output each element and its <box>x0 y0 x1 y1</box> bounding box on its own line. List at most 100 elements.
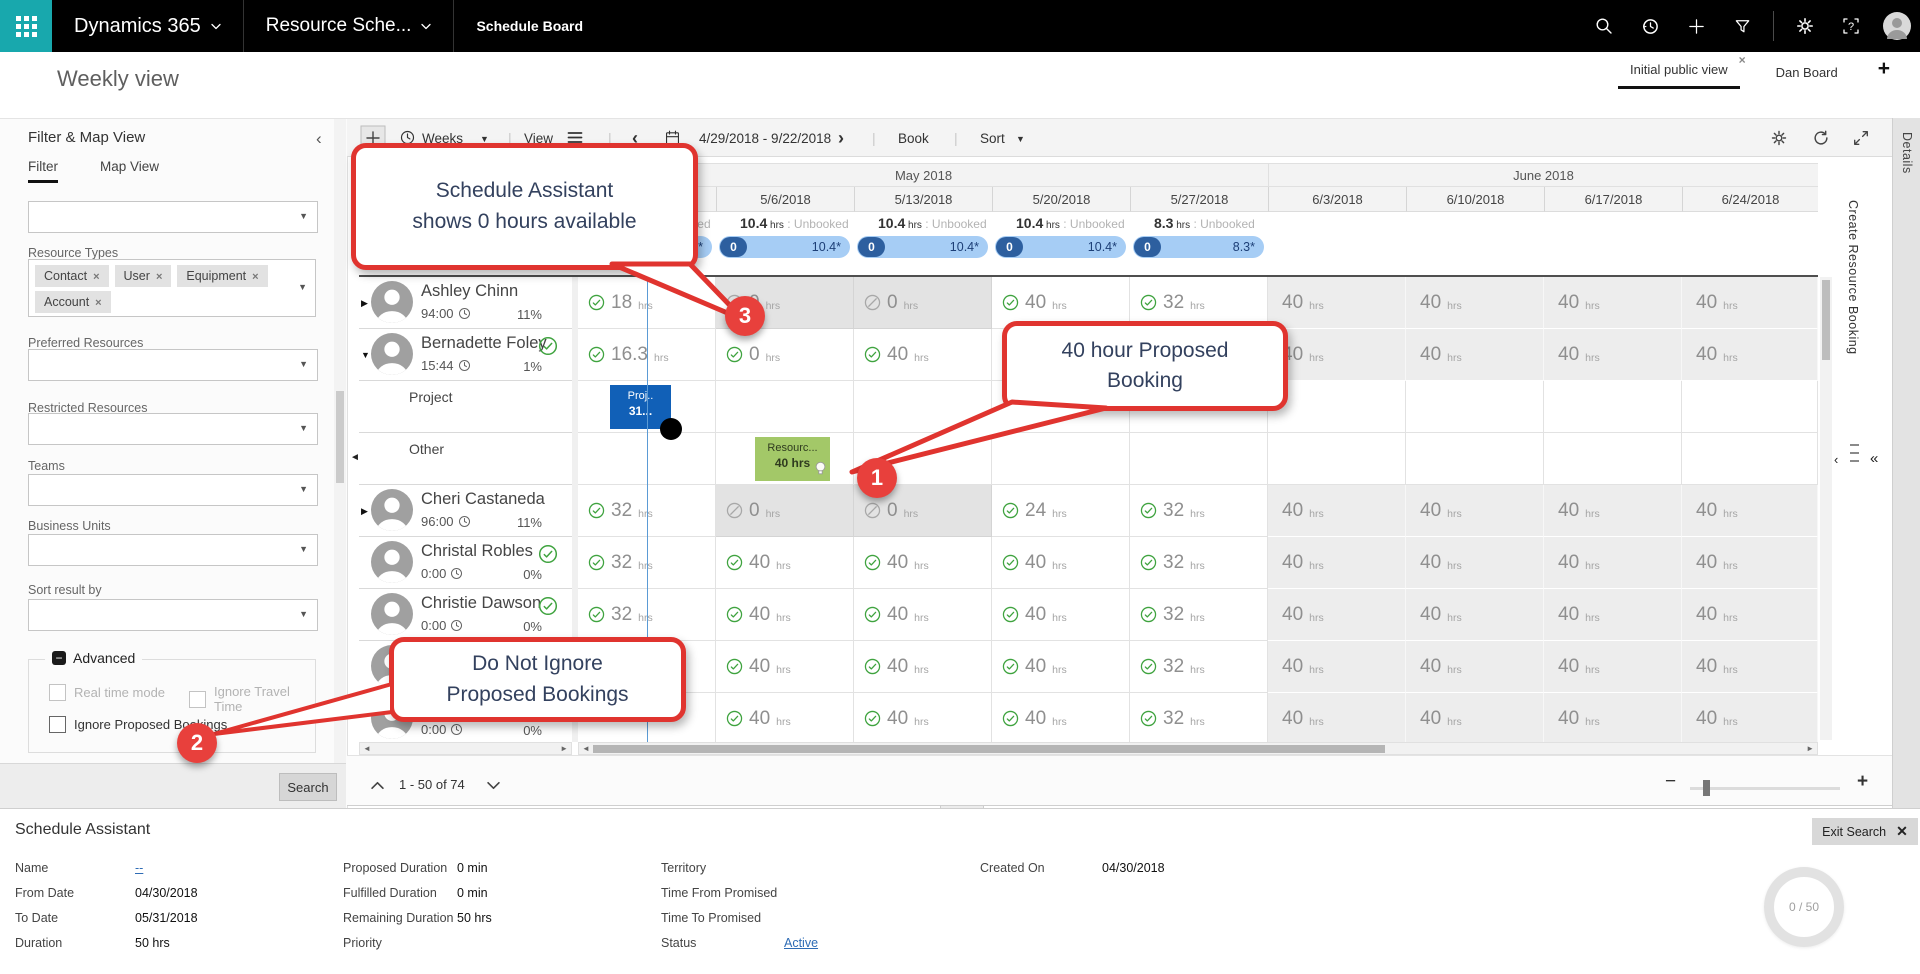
names-horizontal-scrollbar[interactable]: ◄ ► <box>359 742 572 755</box>
help-icon[interactable]: ? <box>1828 0 1874 52</box>
board-tab-dan-board[interactable]: Dan Board <box>1764 59 1850 89</box>
filter-tab-map-view[interactable]: Map View <box>100 159 159 180</box>
grid-cell[interactable]: 40hrs <box>1544 485 1682 537</box>
grid-cell[interactable]: 40hrs <box>1268 693 1406 742</box>
sort-result-by-select[interactable]: ▼ <box>28 599 318 631</box>
grid-cell[interactable]: 40hrs <box>992 537 1130 589</box>
grid-cell[interactable]: 40hrs <box>854 537 992 589</box>
remove-chip-icon[interactable]: × <box>156 271 162 283</box>
grid-cell[interactable]: 32hrs <box>1130 589 1268 641</box>
refresh-icon[interactable] <box>1812 129 1830 150</box>
exit-search-button[interactable]: Exit Search✕ <box>1812 818 1918 845</box>
expand-right-icon[interactable]: ‹ <box>1834 452 1838 467</box>
grid-cell[interactable]: 40hrs <box>1406 277 1544 329</box>
group-row-other[interactable]: Other <box>359 433 572 485</box>
grid-cell[interactable] <box>1682 433 1818 485</box>
collapse-filter-panel-icon[interactable]: ‹ <box>316 129 322 149</box>
grid-cell[interactable]: 40hrs <box>1406 485 1544 537</box>
book-button[interactable]: Book <box>898 131 929 146</box>
grid-vertical-scrollbar[interactable] <box>1820 277 1832 740</box>
recent-items-icon[interactable] <box>1627 0 1673 52</box>
new-record-icon[interactable] <box>1673 0 1719 52</box>
grid-cell[interactable]: 40hrs <box>1268 329 1406 381</box>
details-tab[interactable]: Details <box>1900 132 1914 174</box>
grid-cell[interactable]: 40hrs <box>716 589 854 641</box>
grid-cell[interactable]: 24hrs <box>992 485 1130 537</box>
resource-row-header[interactable]: Christal Robles0:000% <box>359 537 572 589</box>
app-launcher-button[interactable] <box>0 0 52 52</box>
grid-cell[interactable]: 32hrs <box>1130 641 1268 693</box>
fullscreen-icon[interactable] <box>1852 129 1870 150</box>
grid-cell[interactable]: 40hrs <box>1406 537 1544 589</box>
chevron-down-icon[interactable]: ▼ <box>1016 134 1025 144</box>
grid-cell[interactable]: 40hrs <box>1544 329 1682 381</box>
filter-panel-scrollbar[interactable] <box>334 119 346 763</box>
sort-menu[interactable]: Sort <box>980 131 1005 146</box>
page-up-icon[interactable] <box>371 778 384 793</box>
grid-cell[interactable]: 40hrs <box>1682 329 1818 381</box>
filter-tab-filter[interactable]: Filter <box>28 159 58 183</box>
remove-chip-icon[interactable]: × <box>93 271 99 283</box>
grid-cell[interactable] <box>1130 433 1268 485</box>
next-range-icon[interactable]: › <box>838 128 844 149</box>
grid-cell[interactable]: 40hrs <box>1268 641 1406 693</box>
grid-cell[interactable]: 40hrs <box>1544 537 1682 589</box>
zoom-in-button[interactable]: + <box>1857 771 1868 793</box>
field-value-name[interactable]: -- <box>135 861 143 875</box>
nav-product-menu[interactable]: Dynamics 365 <box>52 0 243 52</box>
collapse-names-column-icon[interactable]: ◄ <box>350 452 360 463</box>
grid-cell[interactable]: 40hrs <box>1544 277 1682 329</box>
grid-cell[interactable]: 32hrs <box>1130 537 1268 589</box>
zoom-slider-track[interactable] <box>1690 787 1840 790</box>
collapse-row-icon[interactable]: ▼ <box>361 350 370 360</box>
grid-cell[interactable]: 40hrs <box>1544 693 1682 742</box>
grid-cell[interactable]: 40hrs <box>1406 589 1544 641</box>
grid-cell[interactable]: 0hrs <box>716 485 854 537</box>
grid-cell[interactable]: 40hrs <box>992 589 1130 641</box>
date-range[interactable]: 4/29/2018 - 9/22/2018 <box>699 131 831 146</box>
grid-cell[interactable]: 40hrs <box>1682 589 1818 641</box>
grid-cell[interactable]: 40hrs <box>1406 693 1544 742</box>
close-tab-icon[interactable]: × <box>1739 53 1746 67</box>
zoom-slider-thumb[interactable] <box>1703 780 1710 796</box>
resource-row-header[interactable]: ▶Cheri Castaneda96:0011% <box>359 485 572 537</box>
remove-chip-icon[interactable]: × <box>252 271 258 283</box>
board-tab-initial-public-view[interactable]: Initial public view× <box>1618 56 1740 89</box>
grid-cell[interactable] <box>1268 433 1406 485</box>
grid-cell[interactable]: 40hrs <box>1406 329 1544 381</box>
resource-row-header[interactable]: ▼Bernadette Foley15:441% <box>359 329 572 381</box>
settings-gear-icon[interactable] <box>1782 0 1828 52</box>
expand-row-icon[interactable]: ▶ <box>361 506 368 517</box>
collapse-advanced-icon[interactable]: − <box>52 651 66 665</box>
capacity-bar[interactable]: 08.3* <box>1133 236 1264 258</box>
booking-resize-handle[interactable] <box>660 418 682 440</box>
restricted-resources-select[interactable]: ▼ <box>28 413 318 445</box>
grid-cell[interactable] <box>1682 381 1818 433</box>
grid-cell[interactable] <box>1268 381 1406 433</box>
grid-cell[interactable]: 40hrs <box>716 537 854 589</box>
grid-cell[interactable]: 40hrs <box>1268 277 1406 329</box>
grid-cell[interactable]: 0hrs <box>716 329 854 381</box>
resource-row-header[interactable]: ▶Ashley Chinn94:0011% <box>359 277 572 329</box>
grid-cell[interactable] <box>1406 433 1544 485</box>
characteristics-select[interactable]: ▼ <box>28 201 318 233</box>
grid-cell[interactable] <box>992 433 1130 485</box>
grid-cell[interactable]: 40hrs <box>716 693 854 742</box>
scroll-left-icon[interactable]: ◄ <box>582 744 590 753</box>
grid-cell[interactable]: 40hrs <box>854 329 992 381</box>
board-settings-icon[interactable] <box>1770 129 1788 150</box>
capacity-bar[interactable]: 010.4* <box>857 236 988 258</box>
grid-cell[interactable]: 40hrs <box>1268 485 1406 537</box>
zoom-out-button[interactable]: − <box>1665 771 1676 793</box>
preferred-resources-select[interactable]: ▼ <box>28 349 318 381</box>
user-avatar[interactable] <box>1874 0 1920 52</box>
page-down-icon[interactable] <box>487 778 500 793</box>
business-units-select[interactable]: ▼ <box>28 534 318 566</box>
grid-cell[interactable] <box>1544 381 1682 433</box>
advanced-find-icon[interactable] <box>1719 0 1765 52</box>
create-resource-booking-tab[interactable]: Create Resource Booking <box>1846 200 1860 430</box>
grid-cell[interactable]: 40hrs <box>1682 537 1818 589</box>
scrollbar-thumb[interactable] <box>593 745 1385 753</box>
grid-cell[interactable] <box>854 381 992 433</box>
scroll-right-icon[interactable]: ► <box>1806 744 1814 753</box>
